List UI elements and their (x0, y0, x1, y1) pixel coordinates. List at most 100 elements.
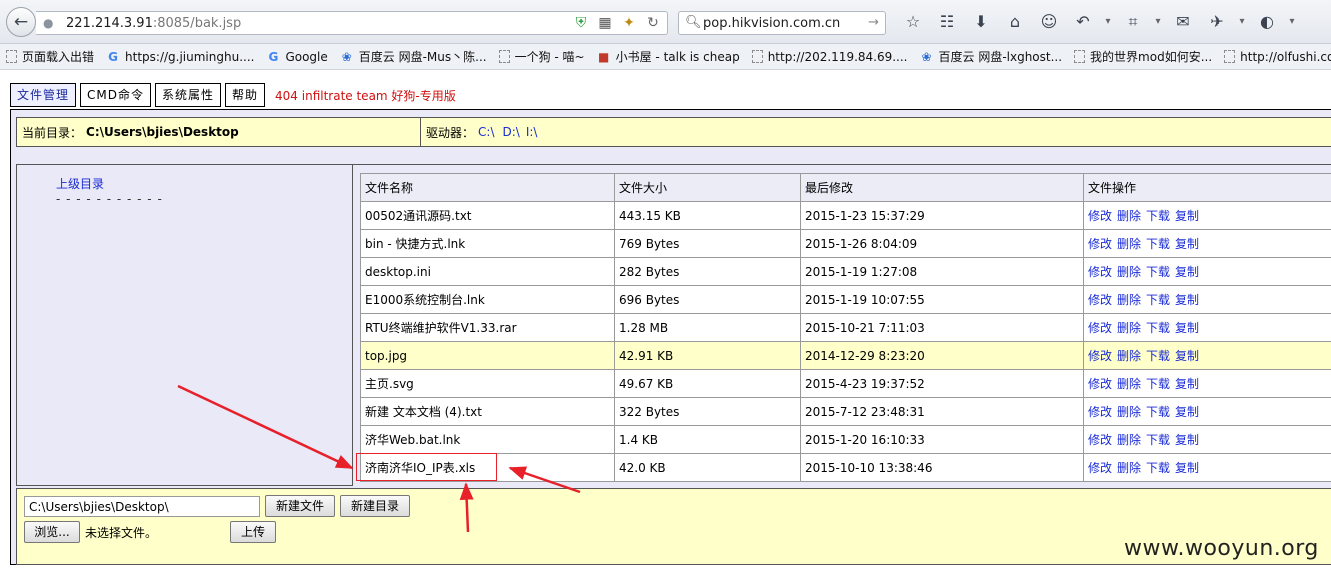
download-link[interactable]: 下载 (1146, 461, 1170, 475)
download-link[interactable]: 下载 (1146, 377, 1170, 391)
edit-link[interactable]: 修改 (1088, 265, 1112, 279)
new-file-button[interactable]: 新建文件 (265, 495, 335, 517)
extension-icon[interactable]: ✦ (621, 14, 637, 32)
tab-cmd[interactable]: CMD命令 (80, 83, 151, 107)
current-dir-label: 当前目录： (22, 125, 83, 140)
copy-link[interactable]: 复制 (1175, 433, 1199, 447)
search-bar[interactable]: 🔍︎ pop.hikvision.com.cn → (678, 11, 886, 35)
copy-link[interactable]: 复制 (1175, 349, 1199, 363)
bookmark-item[interactable]: ■ 小书屋 - talk is cheap (597, 48, 740, 65)
bookmark-item[interactable]: 我的世界mod如何安... (1074, 48, 1212, 65)
qr-code-icon[interactable]: ▦ (597, 14, 613, 32)
drive-link-d[interactable]: D:\ (502, 125, 519, 139)
bookmark-item[interactable]: ❀ 百度云 网盘-Mus丶陈... (340, 48, 487, 65)
menu-globe-icon[interactable]: ◐ (1250, 12, 1284, 32)
drive-link-c[interactable]: C:\ (478, 125, 494, 139)
delete-link[interactable]: 删除 (1117, 349, 1141, 363)
table-row: desktop.ini 282 Bytes 2015-1-19 1:27:08 修改删… (360, 257, 1331, 286)
copy-link[interactable]: 复制 (1175, 209, 1199, 223)
download-link[interactable]: 下载 (1146, 237, 1170, 251)
file-modified-cell: 2015-1-26 8:04:09 (800, 229, 1084, 258)
chevron-down-icon[interactable]: ▾ (1100, 12, 1116, 32)
url-text[interactable]: 221.214.3.91:8085/bak.jsp (66, 16, 241, 31)
delete-link[interactable]: 删除 (1117, 433, 1141, 447)
edit-link[interactable]: 修改 (1088, 209, 1112, 223)
upload-button[interactable]: 上传 (230, 521, 276, 543)
search-icon: 🔍︎ (685, 15, 702, 30)
file-name-cell: top.jpg (360, 341, 615, 370)
shield-icon[interactable]: ⛨ (573, 14, 589, 32)
edit-link[interactable]: 修改 (1088, 349, 1112, 363)
copy-link[interactable]: 复制 (1175, 265, 1199, 279)
edit-link[interactable]: 修改 (1088, 461, 1112, 475)
url-bar[interactable]: ● 221.214.3.91:8085/bak.jsp ⛨ ▦ ✦ ↻ (36, 11, 668, 35)
table-row: 主页.svg 49.67 KB 2015-4-23 19:37:52 修改 删除 下载 复制 (360, 369, 1331, 398)
bookmark-item[interactable]: ❀ 百度云 网盘-lxghost... (920, 48, 1063, 65)
download-link[interactable]: 下载 (1146, 405, 1170, 419)
download-link[interactable]: 下载 (1146, 349, 1170, 363)
download-link[interactable]: 下载 (1146, 321, 1170, 335)
download-icon[interactable]: ⬇ (964, 12, 998, 32)
tab-file-manage[interactable]: 文件管理 (10, 83, 77, 107)
bookmark-item[interactable]: G Google (266, 50, 328, 64)
path-input[interactable] (24, 496, 260, 517)
drive-link-i[interactable]: I:\ (526, 125, 538, 139)
bookmark-item[interactable]: http://202.119.84.69.... (751, 50, 908, 64)
copy-link[interactable]: 复制 (1175, 405, 1199, 419)
copy-link[interactable]: 复制 (1175, 461, 1199, 475)
file-size-cell: 42.0 KB (614, 453, 801, 482)
delete-link[interactable]: 删除 (1117, 293, 1141, 307)
home-icon[interactable]: ⌂ (998, 12, 1032, 32)
edit-link[interactable]: 修改 (1088, 405, 1112, 419)
copy-link[interactable]: 复制 (1175, 293, 1199, 307)
file-operations-cell: 修改 删除 下载 复制 (1083, 285, 1331, 314)
reload-icon[interactable]: ↻ (645, 14, 661, 32)
edit-link[interactable]: 修改 (1088, 321, 1112, 335)
file-operations-cell: 修改 删除 下载 复制 (1083, 369, 1331, 398)
edit-link[interactable]: 修改 (1088, 433, 1112, 447)
delete-link[interactable]: 删除 (1117, 405, 1141, 419)
plugin-icon[interactable]: ✈ (1200, 12, 1234, 32)
chat-icon[interactable]: ☺ (1032, 12, 1066, 32)
bookmark-label: 百度云 网盘-lxghost... (938, 50, 1063, 64)
crop-icon[interactable]: ⌗ (1116, 12, 1150, 32)
download-link[interactable]: 下载 (1146, 433, 1170, 447)
download-link[interactable]: 下载 (1146, 265, 1170, 279)
copy-link[interactable]: 复制 (1175, 321, 1199, 335)
bookmark-star-icon[interactable]: ☆ (896, 12, 930, 32)
bookmark-item[interactable]: 一个狗 - 喵~ (498, 48, 585, 65)
browse-button[interactable]: 浏览... (24, 521, 80, 543)
edit-link[interactable]: 修改 (1088, 293, 1112, 307)
parent-directory-link[interactable]: 上级目录 (56, 175, 104, 192)
chevron-down-icon[interactable]: ▾ (1284, 12, 1300, 32)
new-directory-button[interactable]: 新建目录 (340, 495, 410, 517)
bookmark-label: 一个狗 - 喵~ (514, 50, 585, 64)
tab-help[interactable]: 帮助 (225, 83, 266, 107)
search-input[interactable]: pop.hikvision.com.cn (703, 16, 840, 31)
copy-link[interactable]: 复制 (1175, 377, 1199, 391)
chevron-down-icon[interactable]: ▾ (1234, 12, 1250, 32)
delete-link[interactable]: 删除 (1117, 209, 1141, 223)
back-arrow-icon[interactable]: ← (6, 7, 36, 37)
edit-link[interactable]: 修改 (1088, 237, 1112, 251)
reading-list-icon[interactable]: ☷ (930, 12, 964, 32)
delete-link[interactable]: 删除 (1117, 237, 1141, 251)
bookmark-label: 百度云 网盘-Mus丶陈... (358, 50, 487, 64)
delete-link[interactable]: 删除 (1117, 377, 1141, 391)
bookmark-item[interactable]: http://olfushi.com/ (1224, 50, 1331, 64)
comment-icon[interactable]: ✉ (1166, 12, 1200, 32)
bookmark-item[interactable]: 页面载入出错 (6, 48, 94, 65)
copy-link[interactable]: 复制 (1175, 237, 1199, 251)
download-link[interactable]: 下载 (1146, 209, 1170, 223)
bookmark-item[interactable]: Ghttps://g.jiuminghu.... (106, 50, 254, 64)
edit-link[interactable]: 修改 (1088, 377, 1112, 391)
delete-link[interactable]: 删除 (1117, 321, 1141, 335)
undo-icon[interactable]: ↶ (1066, 12, 1100, 32)
delete-link[interactable]: 删除 (1117, 265, 1141, 279)
download-link[interactable]: 下载 (1146, 293, 1170, 307)
chevron-down-icon[interactable]: ▾ (1150, 12, 1166, 32)
delete-link[interactable]: 删除 (1117, 461, 1141, 475)
search-go-icon[interactable]: → (868, 15, 879, 30)
page-icon (498, 50, 510, 63)
tab-system-properties[interactable]: 系统属性 (155, 83, 222, 107)
